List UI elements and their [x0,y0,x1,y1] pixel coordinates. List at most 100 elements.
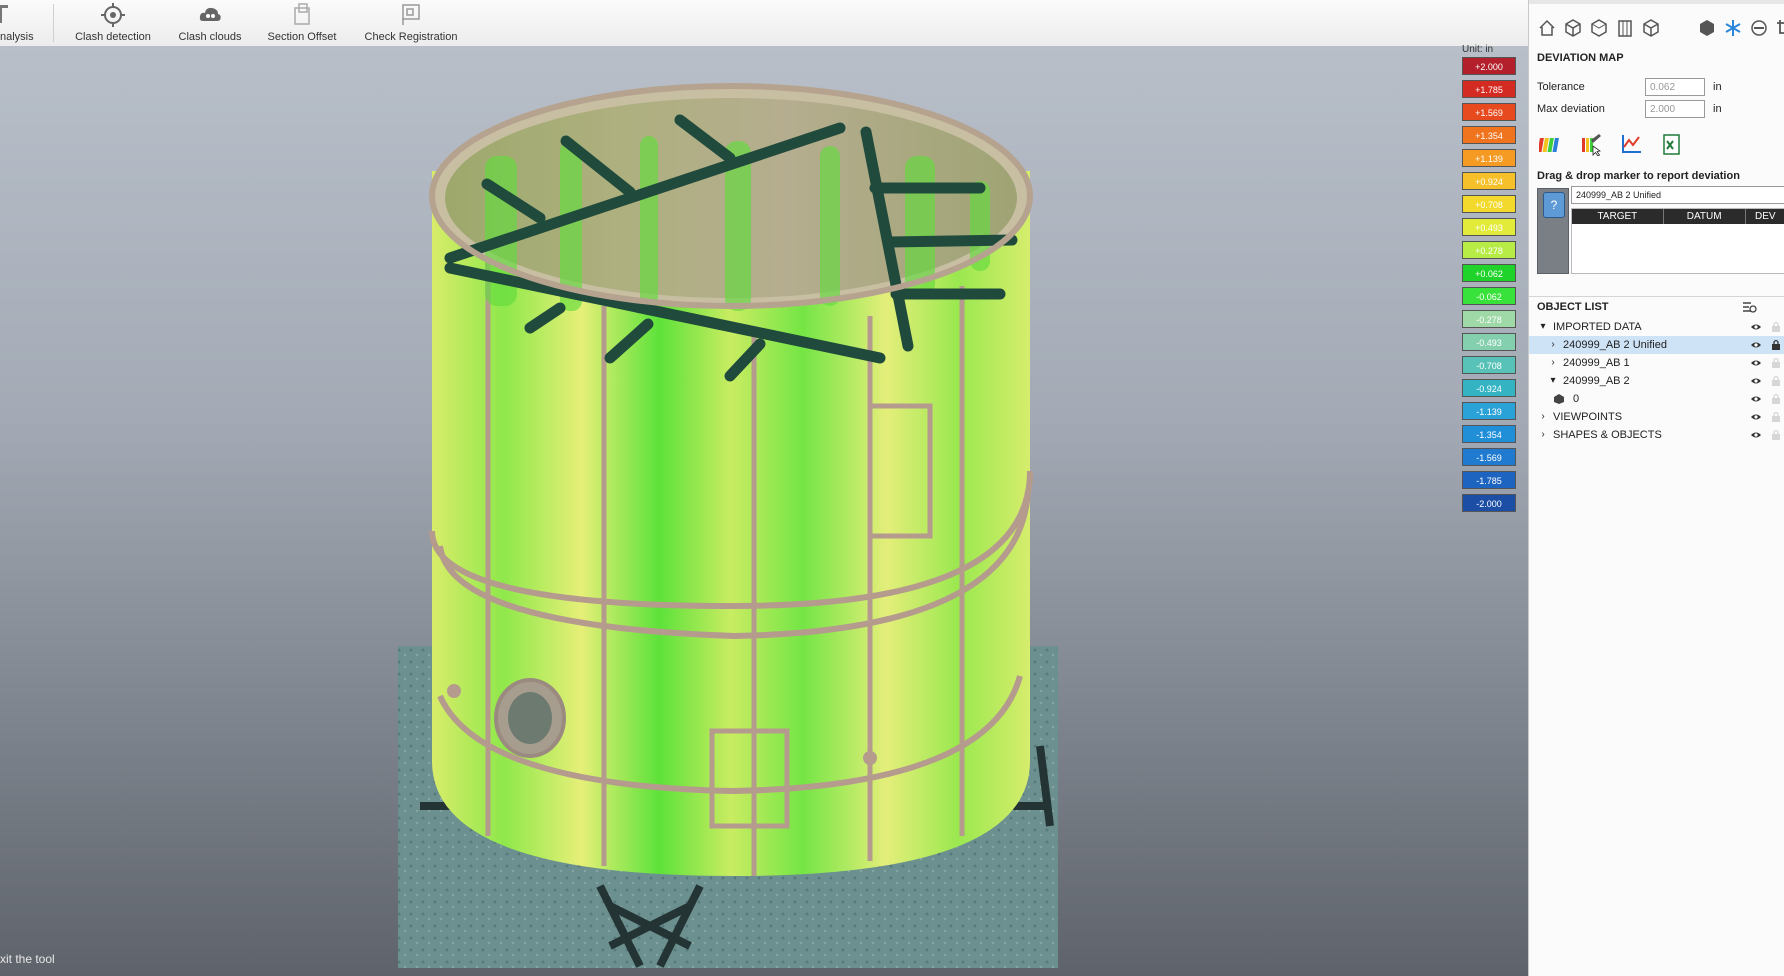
rainbow-scale-icon[interactable] [1539,132,1563,156]
section-offset-icon [294,3,310,25]
chart-axes-icon[interactable] [1619,132,1643,156]
legend-swatch: +1.139 [1462,149,1516,167]
object-list-row[interactable]: ▾ 240999_AB 2 [1529,372,1784,390]
chevron-down-icon[interactable]: ▾ [1547,372,1559,390]
marker-cloud-select[interactable]: 240999_AB 2 Unified [1571,186,1784,204]
section-offset-label: Section Offset [267,31,337,43]
building-icon[interactable] [1615,18,1635,38]
cube-icon[interactable] [1563,18,1583,38]
lock-icon[interactable] [1771,321,1781,333]
clash-clouds-label: Clash clouds [178,31,242,43]
tolerance-input[interactable] [1645,78,1705,96]
list-options-icon[interactable] [1741,299,1757,315]
toolbar: nalysis Clash detection Clash clouds Sec… [0,0,1528,47]
chevron-right-icon[interactable]: › [1547,354,1559,372]
legend-unit-label: Unit: in [1462,44,1494,55]
section-offset-button[interactable]: Section Offset [260,0,344,46]
check-registration-icon [402,4,420,25]
visibility-eye-icon[interactable] [1750,375,1762,387]
legend-swatch: +2.000 [1462,57,1516,75]
legend-swatch: -0.062 [1462,287,1516,305]
max-deviation-row: Max deviation in [1537,100,1722,118]
point-cloud-tank-model[interactable] [0,46,1528,976]
clash-clouds-button[interactable]: Clash clouds [172,0,248,46]
lock-icon[interactable] [1771,375,1781,387]
column-dev: DEV [1746,209,1784,224]
visibility-eye-icon[interactable] [1750,411,1762,423]
object-list-row[interactable]: › SHAPES & OBJECTS [1529,426,1784,444]
chevron-right-icon[interactable]: › [1537,408,1549,426]
object-list-title: OBJECT LIST [1537,301,1609,313]
legend-swatch: +0.062 [1462,264,1516,282]
legend-swatch: -0.278 [1462,310,1516,328]
lock-icon[interactable] [1771,411,1781,423]
chevron-down-icon[interactable]: ▾ [1537,318,1549,336]
visibility-eye-icon[interactable] [1750,429,1762,441]
3d-viewport[interactable]: xit the tool [0,46,1528,976]
status-hint: xit the tool [0,952,55,966]
marker-report-table: TARGET DATUM DEV [1571,208,1784,274]
legend-swatch: +1.354 [1462,126,1516,144]
chevron-right-icon[interactable]: › [1537,426,1549,444]
object-list: ▾ IMPORTED DATA › 240999_AB 2 Unified › 24099… [1529,318,1784,444]
legend-swatch: +1.785 [1462,80,1516,98]
marker-title: Drag & drop marker to report deviation [1537,170,1740,182]
toolbar-separator [53,4,54,42]
lock-icon[interactable] [1771,429,1781,441]
visibility-eye-icon[interactable] [1750,321,1762,333]
marker-drag-handle[interactable]: ? [1537,188,1569,274]
solid-cube-icon[interactable] [1697,18,1717,38]
legend-swatch: +0.924 [1462,172,1516,190]
marker-table-header: TARGET DATUM DEV [1572,209,1784,224]
right-panel: DEVIATION MAP Tolerance in Max deviation… [1528,0,1784,976]
max-deviation-input[interactable] [1645,100,1705,118]
snowflake-icon[interactable] [1723,18,1743,38]
legend-swatch: -1.785 [1462,471,1516,489]
lock-icon[interactable] [1771,339,1781,351]
lock-icon[interactable] [1771,357,1781,369]
max-deviation-label: Max deviation [1537,103,1605,115]
lock-icon[interactable] [1771,393,1781,405]
tolerance-label: Tolerance [1537,81,1585,93]
object-list-row[interactable]: › VIEWPOINTS [1529,408,1784,426]
object-list-header: OBJECT LIST [1529,296,1784,317]
object-list-row[interactable]: › 240999_AB 2 Unified [1529,336,1784,354]
visibility-eye-icon[interactable] [1750,393,1762,405]
visibility-eye-icon[interactable] [1750,339,1762,351]
crop-icon[interactable] [1775,18,1784,38]
max-deviation-unit: in [1713,103,1722,115]
deviation-legend: Unit: in +2.000 +1.785 +1.569 +1.354 +1.139 +… [1462,44,1518,517]
object-list-label: VIEWPOINTS [1553,411,1623,423]
object-list-label: 0 [1573,393,1580,405]
legend-swatch: -0.493 [1462,333,1516,351]
legend-swatch: -1.139 [1462,402,1516,420]
check-registration-button[interactable]: Check Registration [358,0,464,46]
deviation-map-title: DEVIATION MAP [1537,52,1624,64]
analysis-button[interactable]: nalysis [0,0,40,46]
analysis-icon [0,5,8,23]
marker-pin-icon[interactable]: ? [1543,192,1565,218]
tolerance-unit: in [1713,81,1722,93]
legend-swatch: -1.354 [1462,425,1516,443]
object-list-row[interactable]: ▾ IMPORTED DATA [1529,318,1784,336]
analysis-label: nalysis [0,31,34,43]
deviation-edit-icon[interactable] [1579,132,1603,156]
clash-detection-icon [101,3,125,27]
cube-wire-icon[interactable] [1589,18,1609,38]
deviation-tools [1539,132,1683,156]
visibility-eye-icon[interactable] [1750,357,1762,369]
object-list-row[interactable]: 0 [1529,390,1784,408]
deviation-marker-area: ? 240999_AB 2 Unified TARGET DATUM DEV [1537,186,1784,274]
column-target: TARGET [1572,209,1664,224]
object-list-label: 240999_AB 2 Unified [1563,339,1667,351]
chevron-right-icon[interactable]: › [1547,336,1559,354]
object-list-row[interactable]: › 240999_AB 1 [1529,354,1784,372]
point-cloud-icon [1554,394,1564,404]
clash-detection-button[interactable]: Clash detection [68,0,158,46]
home-icon[interactable] [1537,18,1557,38]
export-excel-icon[interactable] [1659,132,1683,156]
box-icon[interactable] [1641,18,1661,38]
circle-icon[interactable] [1749,18,1769,38]
legend-swatch: -0.924 [1462,379,1516,397]
clash-detection-label: Clash detection [75,31,151,43]
